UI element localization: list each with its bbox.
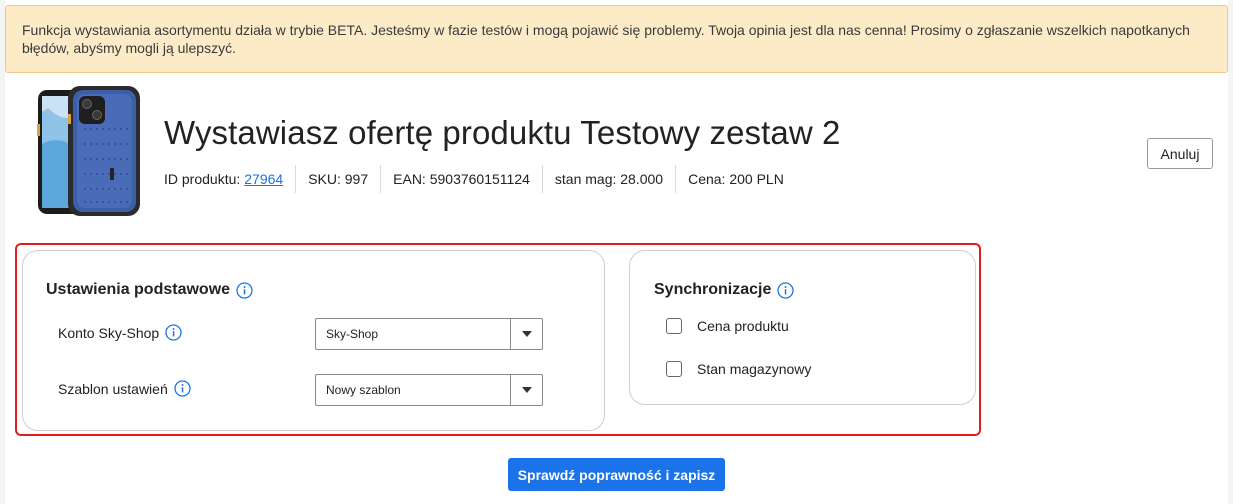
validate-and-save-button[interactable]: Sprawdź poprawność i zapisz	[508, 458, 725, 491]
account-field-label: Konto Sky-Shop	[58, 324, 182, 341]
beta-warning-text: Funkcja wystawiania asortymentu działa w…	[22, 22, 1190, 56]
product-stock: stan mag: 28.000	[541, 165, 675, 193]
product-price: Cena: 200 PLN	[675, 165, 796, 193]
product-ean: EAN: 5903760151124	[380, 165, 542, 193]
price-checkbox[interactable]	[666, 318, 682, 334]
stock-checkbox-label: Stan magazynowy	[697, 361, 812, 377]
stock-checkbox[interactable]	[666, 361, 682, 377]
template-select-value: Nowy szablon	[326, 383, 401, 397]
product-meta-row: ID produktu: 27964 SKU: 997 EAN: 5903760…	[164, 165, 796, 193]
account-label-text: Konto Sky-Shop	[58, 324, 160, 341]
info-icon[interactable]	[165, 324, 182, 341]
basic-settings-title: Ustawienia podstawowe	[46, 281, 253, 299]
chevron-down-icon[interactable]	[510, 319, 542, 349]
template-field-label: Szablon ustawień	[58, 380, 191, 397]
beta-warning-banner: Funkcja wystawiania asortymentu działa w…	[5, 5, 1228, 73]
template-select[interactable]: Nowy szablon	[315, 374, 543, 406]
template-label-text: Szablon ustawień	[58, 380, 168, 397]
product-id-link[interactable]: 27964	[244, 171, 283, 187]
sync-title: Synchronizacje	[654, 281, 795, 299]
basic-settings-title-text: Ustawienia podstawowe	[46, 281, 231, 298]
product-sku: SKU: 997	[295, 165, 380, 193]
sync-title-text: Synchronizacje	[654, 281, 772, 298]
product-id-item: ID produktu: 27964	[164, 165, 295, 193]
account-select-value: Sky-Shop	[326, 327, 379, 341]
info-icon[interactable]	[777, 281, 795, 299]
product-image	[30, 84, 150, 220]
page-title: Wystawiasz ofertę produktu Testowy zesta…	[164, 114, 841, 151]
product-id-label: ID produktu:	[164, 171, 241, 187]
sync-option-stock[interactable]: Stan magazynowy	[666, 361, 811, 377]
price-checkbox-label: Cena produktu	[697, 318, 789, 334]
sync-option-price[interactable]: Cena produktu	[666, 318, 789, 334]
cancel-button[interactable]: Anuluj	[1147, 138, 1213, 169]
account-select[interactable]: Sky-Shop	[315, 318, 543, 350]
chevron-down-icon[interactable]	[510, 375, 542, 405]
info-icon[interactable]	[236, 281, 253, 299]
info-icon[interactable]	[174, 380, 191, 397]
